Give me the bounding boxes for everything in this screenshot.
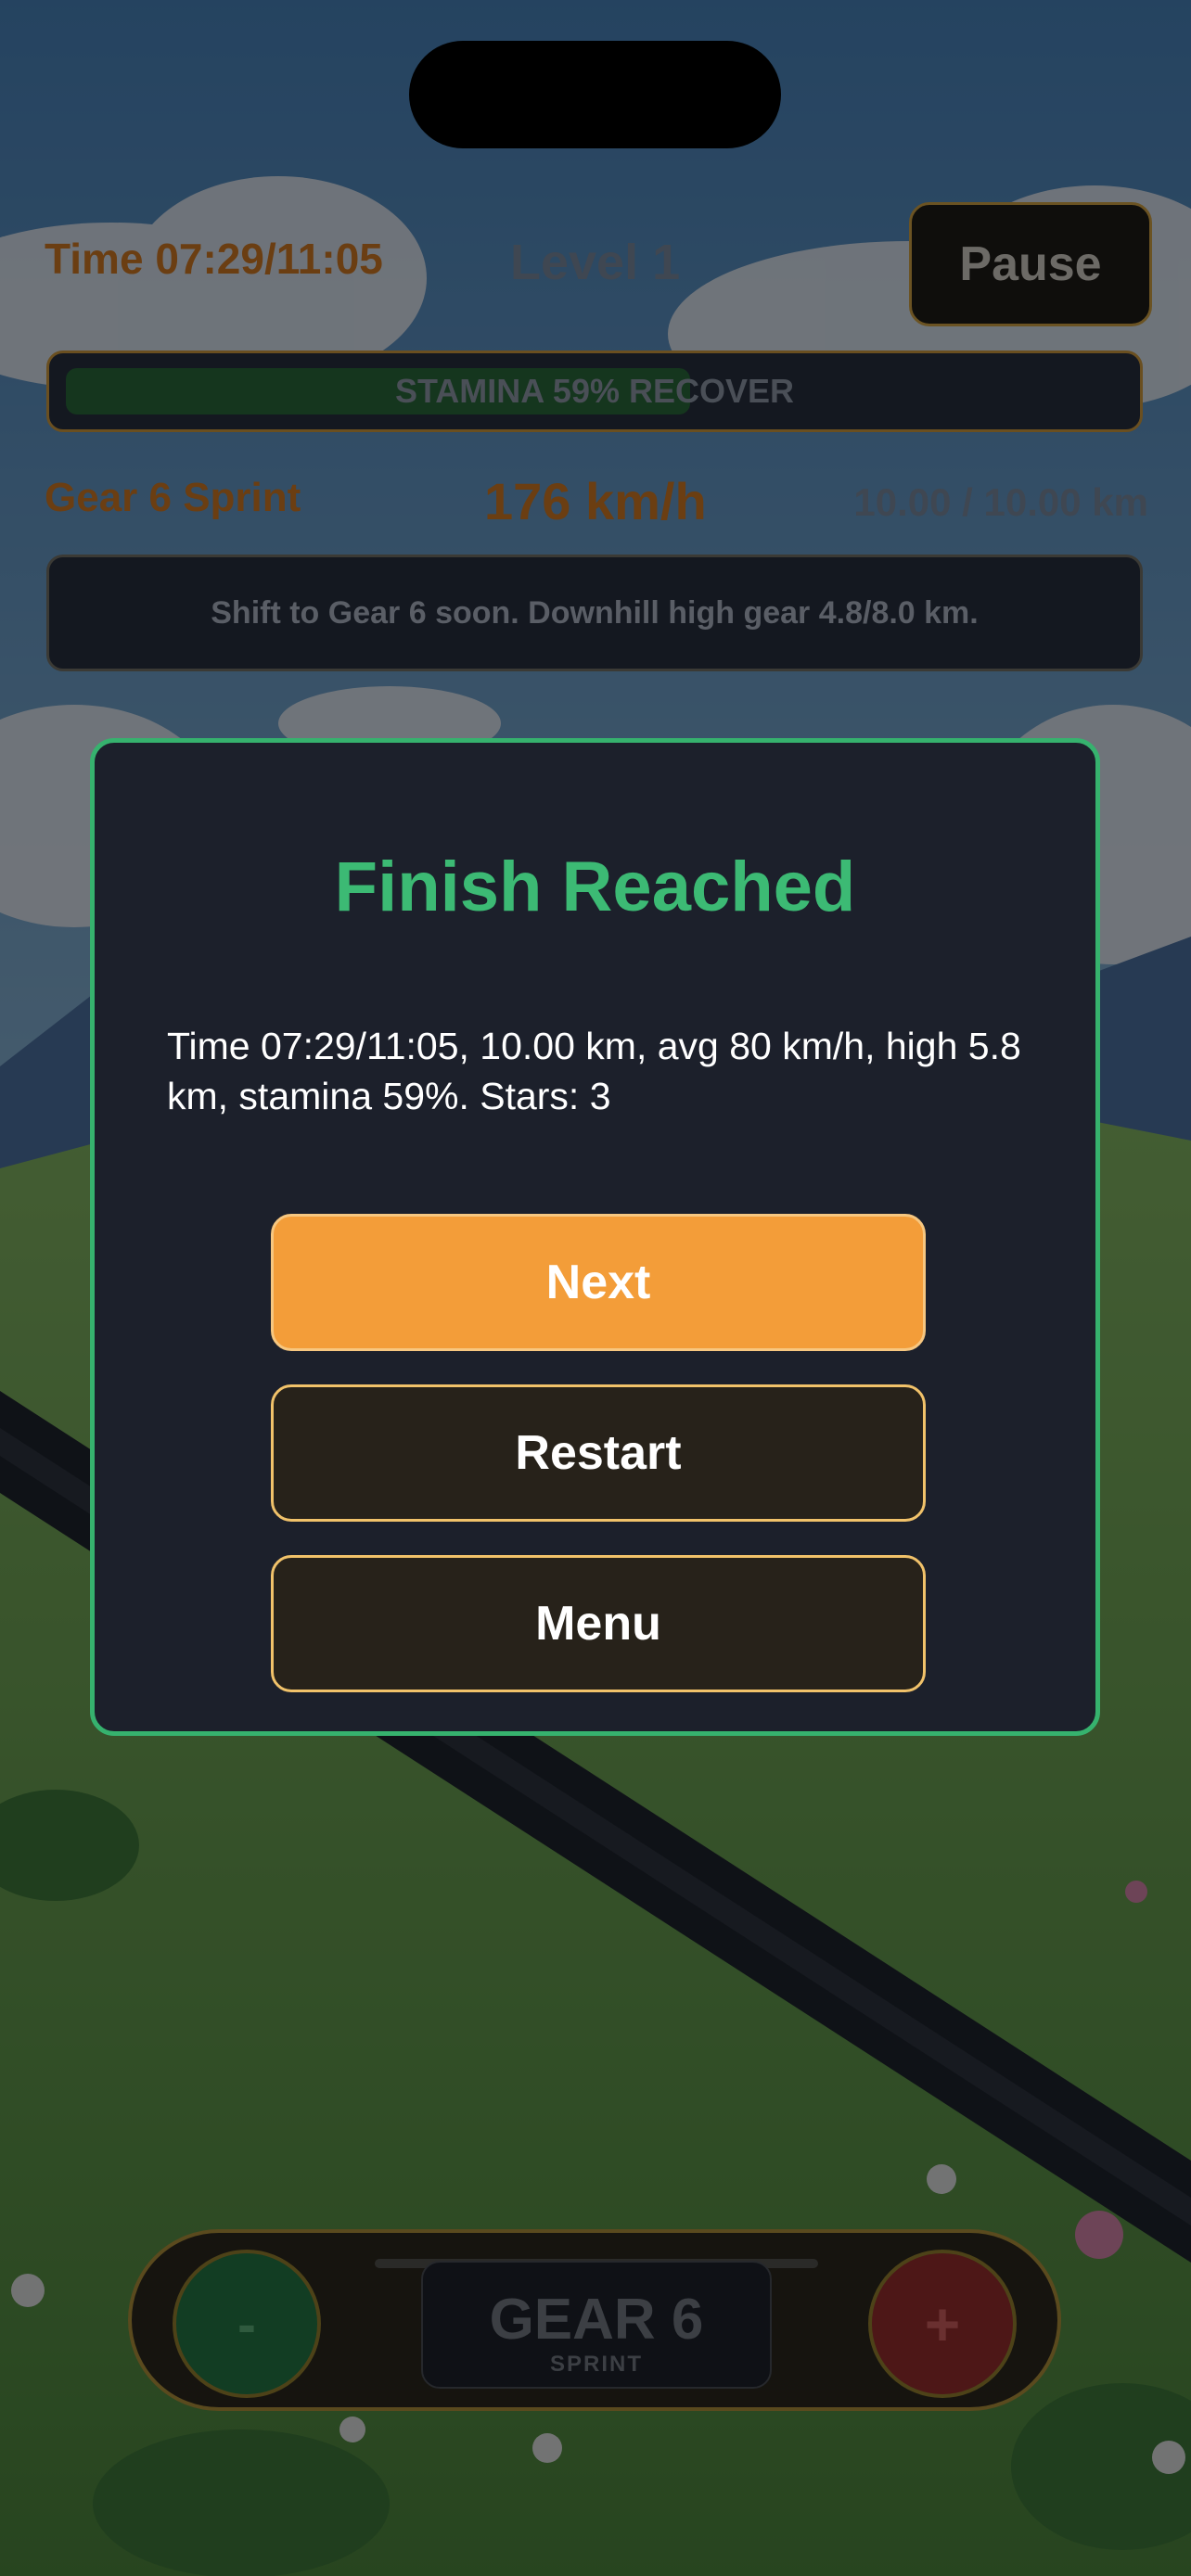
hint-banner: Shift to Gear 6 soon. Downhill high gear… [46, 555, 1143, 671]
gear-status: Gear 6 Sprint [45, 475, 301, 520]
stamina-label: STAMINA 59% RECOVER [394, 372, 795, 410]
gear-display: GEAR 6 SPRINT [421, 2261, 772, 2389]
dynamic-island [409, 41, 781, 148]
shift-down-button[interactable]: - [173, 2250, 321, 2398]
finish-dialog: Finish Reached Time 07:29/11:05, 10.00 k… [90, 738, 1100, 1736]
dialog-title: Finish Reached [334, 848, 856, 926]
next-button[interactable]: Next [271, 1214, 926, 1351]
dialog-summary: Time 07:29/11:05, 10.00 km, avg 80 km/h,… [167, 1025, 1021, 1117]
status-row: Gear 6 Sprint 176 km/h 10.00 / 10.00 km [45, 471, 1148, 530]
gear-mode: SPRINT [549, 2352, 643, 2377]
level-label: Level 1 [510, 235, 681, 290]
speed-readout: 176 km/h [484, 472, 707, 530]
shift-up-button[interactable]: + [868, 2250, 1017, 2398]
gear-controls: - GEAR 6 SPRINT + [128, 2229, 1061, 2411]
time-readout: Time 07:29/11:05 [45, 235, 383, 283]
gear-name: GEAR 6 [489, 2288, 704, 2352]
distance-readout: 10.00 / 10.00 km [853, 480, 1148, 524]
stamina-bar: STAMINA 59% RECOVER [46, 351, 1143, 432]
menu-button[interactable]: Menu [271, 1555, 926, 1692]
pause-button[interactable]: Pause [909, 202, 1152, 326]
restart-button[interactable]: Restart [271, 1384, 926, 1522]
